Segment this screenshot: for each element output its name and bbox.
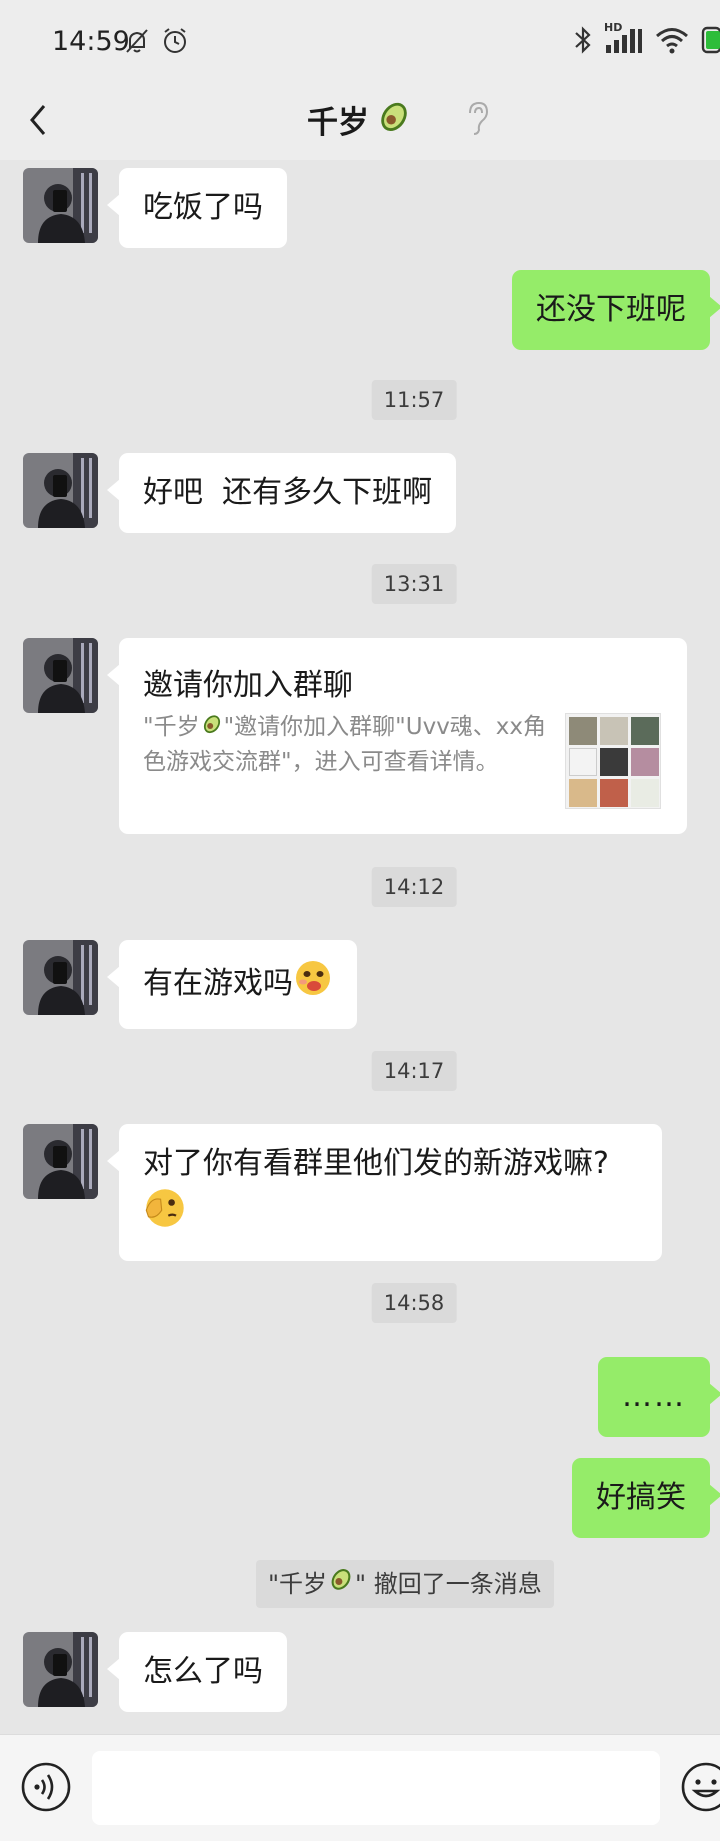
message-bubble-self[interactable]: 还没下班呢 [512, 270, 720, 350]
timestamp: 11:57 [371, 380, 457, 420]
network-label: HD [604, 21, 623, 34]
timestamp: 14:58 [371, 1283, 457, 1323]
contact-avatar[interactable] [23, 940, 98, 1015]
wifi-icon [654, 25, 690, 59]
voice-button[interactable] [20, 1761, 72, 1813]
chat-title: 千岁 [307, 104, 369, 141]
status-bar: 14:59 HD [0, 0, 720, 80]
message-bubble-self[interactable]: 好搞笑 [572, 1458, 720, 1538]
chat-messages[interactable]: 吃饭了吗 还没下班呢 11:57 好吧 还有多久下班啊 13:31 邀请你加入群… [0, 160, 720, 1734]
status-time: 14:59 [52, 26, 130, 57]
drooling-face-emoji-icon [293, 958, 333, 1011]
alarm-clock-icon [160, 26, 190, 60]
ear-icon[interactable] [463, 98, 493, 138]
bluetooth-icon [572, 24, 594, 60]
message-bubble[interactable]: 好吧 还有多久下班啊 [106, 453, 457, 533]
battery-icon [700, 24, 720, 60]
recall-notice: "千岁 " 撤回了一条消息 [256, 1560, 554, 1608]
chat-header: 千岁 [0, 80, 720, 160]
contact-avatar[interactable] [23, 453, 98, 528]
mute-bell-icon [122, 26, 152, 60]
group-invite-card[interactable]: 邀请你加入群聊 "千岁 "邀请你加入群聊"Uvv魂、xx角色游戏交流群"，进入可… [107, 638, 687, 834]
avocado-emoji-icon [375, 96, 413, 142]
signal-icon: HD [604, 21, 644, 59]
contact-avatar[interactable] [23, 168, 98, 243]
timestamp: 14:12 [371, 867, 457, 907]
invite-description: "千岁 "邀请你加入群聊"Uvv魂、xx角色游戏交流群"，进入可查看详情。 [143, 710, 567, 779]
smiley-icon [681, 1762, 720, 1812]
contact-avatar[interactable] [23, 1124, 98, 1199]
contact-avatar[interactable] [23, 638, 98, 713]
face-palm-emoji-icon [143, 1186, 187, 1243]
contact-avatar[interactable] [23, 1632, 98, 1707]
message-bubble-self[interactable]: …… [598, 1357, 720, 1437]
emoji-button[interactable] [680, 1761, 720, 1813]
message-bubble[interactable]: 对了你有看群里他们发的新游戏嘛? [107, 1124, 662, 1261]
message-bubble[interactable]: 吃饭了吗 [107, 168, 287, 248]
timestamp: 14:17 [371, 1051, 457, 1091]
voice-icon [21, 1762, 71, 1812]
input-bar [0, 1734, 720, 1841]
timestamp: 13:31 [371, 564, 457, 604]
message-bubble[interactable]: 怎么了吗 [107, 1632, 287, 1712]
avocado-emoji-icon [200, 711, 224, 745]
message-input[interactable] [92, 1751, 660, 1825]
invite-title: 邀请你加入群聊 [143, 668, 353, 703]
group-avatar-grid [565, 713, 661, 809]
avocado-emoji-icon [327, 1560, 355, 1608]
message-bubble[interactable]: 有在游戏吗 [107, 940, 357, 1029]
